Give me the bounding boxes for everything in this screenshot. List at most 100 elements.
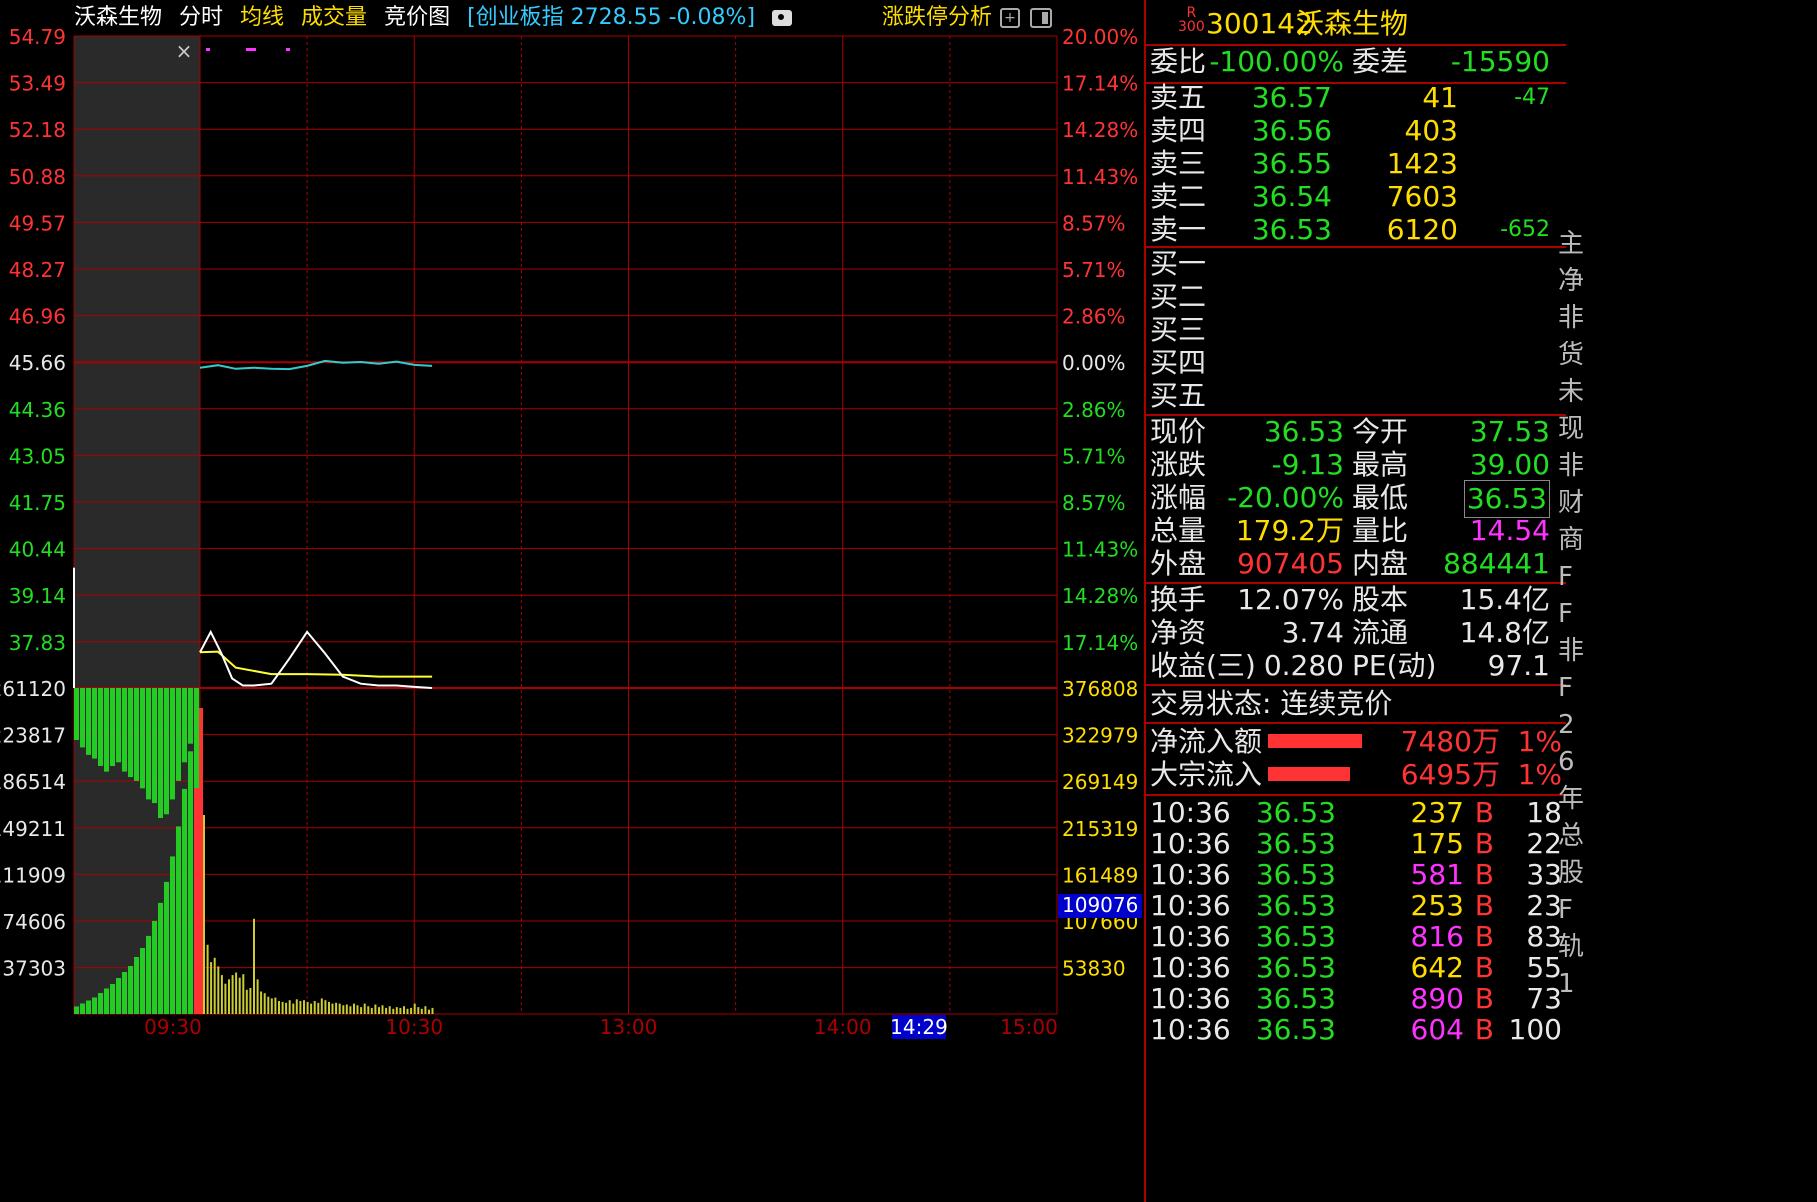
stat-label-2: 内盘 bbox=[1352, 547, 1409, 580]
stat-value: 907405 bbox=[1237, 547, 1344, 580]
auction-unmatched-bar bbox=[110, 688, 115, 766]
tick-side: B bbox=[1474, 1013, 1494, 1046]
badge-top: R bbox=[1186, 5, 1197, 21]
auction-unmatched-bar bbox=[176, 688, 181, 781]
auction-unmatched-bar bbox=[146, 688, 151, 800]
open-volume-bar bbox=[199, 708, 203, 1014]
stat-label-2: 量比 bbox=[1352, 514, 1409, 547]
tick-volume: 604 bbox=[1410, 1013, 1464, 1046]
edge-char: 未 bbox=[1558, 377, 1585, 407]
quote-panel: R 300 300142 沃森生物 委比 -100.00% 委差 -15590 卖五 36… bbox=[1144, 0, 1817, 1202]
clipped-side-column: 主净非货未现非财商FF非F26年总股F轨1 bbox=[1558, 226, 1588, 1003]
cursor-time-label: 14:29 bbox=[890, 1015, 948, 1039]
edge-char: 货 bbox=[1558, 340, 1585, 370]
ask-price[interactable]: 36.56 bbox=[1252, 113, 1332, 149]
ask-price[interactable]: 36.55 bbox=[1252, 146, 1332, 182]
ask-volume: 41 bbox=[1422, 81, 1458, 114]
ask-volume: 6120 bbox=[1386, 213, 1458, 246]
price-tick-label: 46.96 bbox=[9, 305, 66, 329]
indicator-dot bbox=[286, 48, 290, 51]
price-line bbox=[199, 629, 433, 689]
auction-unmatched-bar bbox=[140, 688, 145, 789]
auction-volume-bar bbox=[74, 1006, 79, 1014]
percent-tick-label: 8.57% bbox=[1062, 491, 1126, 515]
percent-tick-label: 11.43% bbox=[1062, 165, 1138, 189]
stat-label-2: 最低 bbox=[1352, 481, 1409, 514]
price-tick-label: 44.36 bbox=[9, 398, 66, 422]
edge-char: F bbox=[1558, 599, 1573, 629]
price-tick-label: 39.14 bbox=[9, 584, 66, 608]
stat-value-2: 884441 bbox=[1443, 547, 1550, 580]
auction-close-marker: × bbox=[176, 39, 193, 63]
ask-row: 卖四 36.56 403 bbox=[1146, 113, 1566, 149]
percent-tick-label: 20.00% bbox=[1062, 25, 1138, 49]
chart-canvas[interactable]: 54.79 53.49 52.18 50.88 49.57 48.27 46.96 45.66… bbox=[0, 0, 1144, 1202]
auction-volume-bar bbox=[164, 881, 169, 1014]
price-tick-label: 41.75 bbox=[9, 491, 66, 515]
cursor-volume-label: 109076 bbox=[1062, 893, 1138, 917]
auction-volume-bar bbox=[92, 997, 97, 1014]
flow-label: 净流入额 bbox=[1150, 725, 1263, 758]
auction-unmatched-bar bbox=[170, 688, 175, 800]
volume-tick-label: 186514 bbox=[0, 770, 66, 794]
stat-label-2: 最高 bbox=[1352, 448, 1409, 481]
price-tick-label: 37.83 bbox=[9, 631, 66, 655]
fund-flow-row: 净流入额 7480万 1% bbox=[1146, 724, 1566, 760]
ask-price[interactable]: 36.54 bbox=[1252, 179, 1332, 215]
stat-row: 总量 179.2万 量比 14.54 bbox=[1146, 513, 1566, 549]
stat-label: 涨幅 bbox=[1150, 481, 1207, 514]
bid-row: 买三 bbox=[1146, 312, 1566, 348]
auction-unmatched-bar bbox=[158, 688, 163, 818]
time-tick-label: 10:30 bbox=[385, 1015, 443, 1039]
price-tick-label: 43.05 bbox=[9, 444, 66, 468]
bid-label: 买一 bbox=[1150, 247, 1207, 280]
ask-change: -652 bbox=[1500, 217, 1550, 242]
auction-volume-bar bbox=[104, 988, 109, 1014]
ask-price[interactable]: 36.57 bbox=[1252, 80, 1332, 116]
edge-char: 非 bbox=[1558, 303, 1585, 333]
tick-price: 36.53 bbox=[1255, 1013, 1336, 1046]
ask-row: 卖三 36.55 1423 bbox=[1146, 146, 1566, 182]
auction-unmatched-bar bbox=[164, 688, 169, 815]
fundamental-label: 换手 bbox=[1150, 583, 1207, 616]
bid-row: 买二 bbox=[1146, 279, 1566, 315]
fund-flow-row: 大宗流入 6495万 1% bbox=[1146, 757, 1566, 793]
price-tick-label: 53.49 bbox=[9, 72, 66, 96]
auction-volume-bar bbox=[152, 920, 157, 1014]
auction-unmatched-bar bbox=[98, 688, 103, 766]
auction-unmatched-bar bbox=[152, 688, 157, 804]
percent-tick-label: 17.14% bbox=[1062, 72, 1138, 96]
percent-tick-label: 17.14% bbox=[1062, 631, 1138, 655]
volume-tick-label-right: 376808 bbox=[1062, 677, 1138, 701]
stat-value: 36.53 bbox=[1263, 415, 1344, 448]
stat-value-2: 39.00 bbox=[1469, 448, 1550, 481]
time-tick-label: 13:00 bbox=[600, 1015, 658, 1039]
edge-char: 商 bbox=[1558, 525, 1585, 555]
weicha-value: -15590 bbox=[1450, 45, 1550, 78]
auction-volume-bar bbox=[128, 966, 133, 1014]
fundamental-value-2: 97.1 bbox=[1487, 649, 1550, 682]
auction-unmatched-bar bbox=[134, 688, 139, 781]
percent-tick-label: 14.28% bbox=[1062, 584, 1138, 608]
stat-value: -9.13 bbox=[1271, 448, 1344, 481]
price-tick-label: 49.57 bbox=[9, 211, 66, 235]
bid-row: 买一 bbox=[1146, 246, 1566, 282]
percent-tick-label: 14.28% bbox=[1062, 118, 1138, 142]
edge-char: F bbox=[1558, 895, 1573, 925]
indicator-dot bbox=[206, 48, 210, 51]
ask-price[interactable]: 36.53 bbox=[1252, 212, 1332, 248]
edge-char: 年 bbox=[1558, 784, 1585, 814]
edge-char: 2 bbox=[1558, 710, 1575, 740]
price-tick-label: 45.66 bbox=[9, 351, 66, 375]
intraday-chart-area[interactable]: 沃森生物 分时 均线 成交量 竞价图 [创业板指 2728.55 -0.08%]… bbox=[0, 0, 1144, 1202]
auction-unmatched-bar bbox=[86, 688, 91, 755]
ask-change: -47 bbox=[1514, 85, 1550, 110]
volume-tick-label: 74606 bbox=[2, 910, 66, 934]
flow-percent: 1% bbox=[1517, 725, 1562, 758]
fundamental-label: 净资 bbox=[1150, 616, 1207, 649]
edge-char: 非 bbox=[1558, 636, 1585, 666]
fundamental-label-2: 流通 bbox=[1352, 616, 1409, 649]
bid-label: 买三 bbox=[1150, 313, 1207, 346]
auction-volume-bar bbox=[98, 993, 103, 1014]
ask-volume: 1423 bbox=[1386, 147, 1458, 180]
